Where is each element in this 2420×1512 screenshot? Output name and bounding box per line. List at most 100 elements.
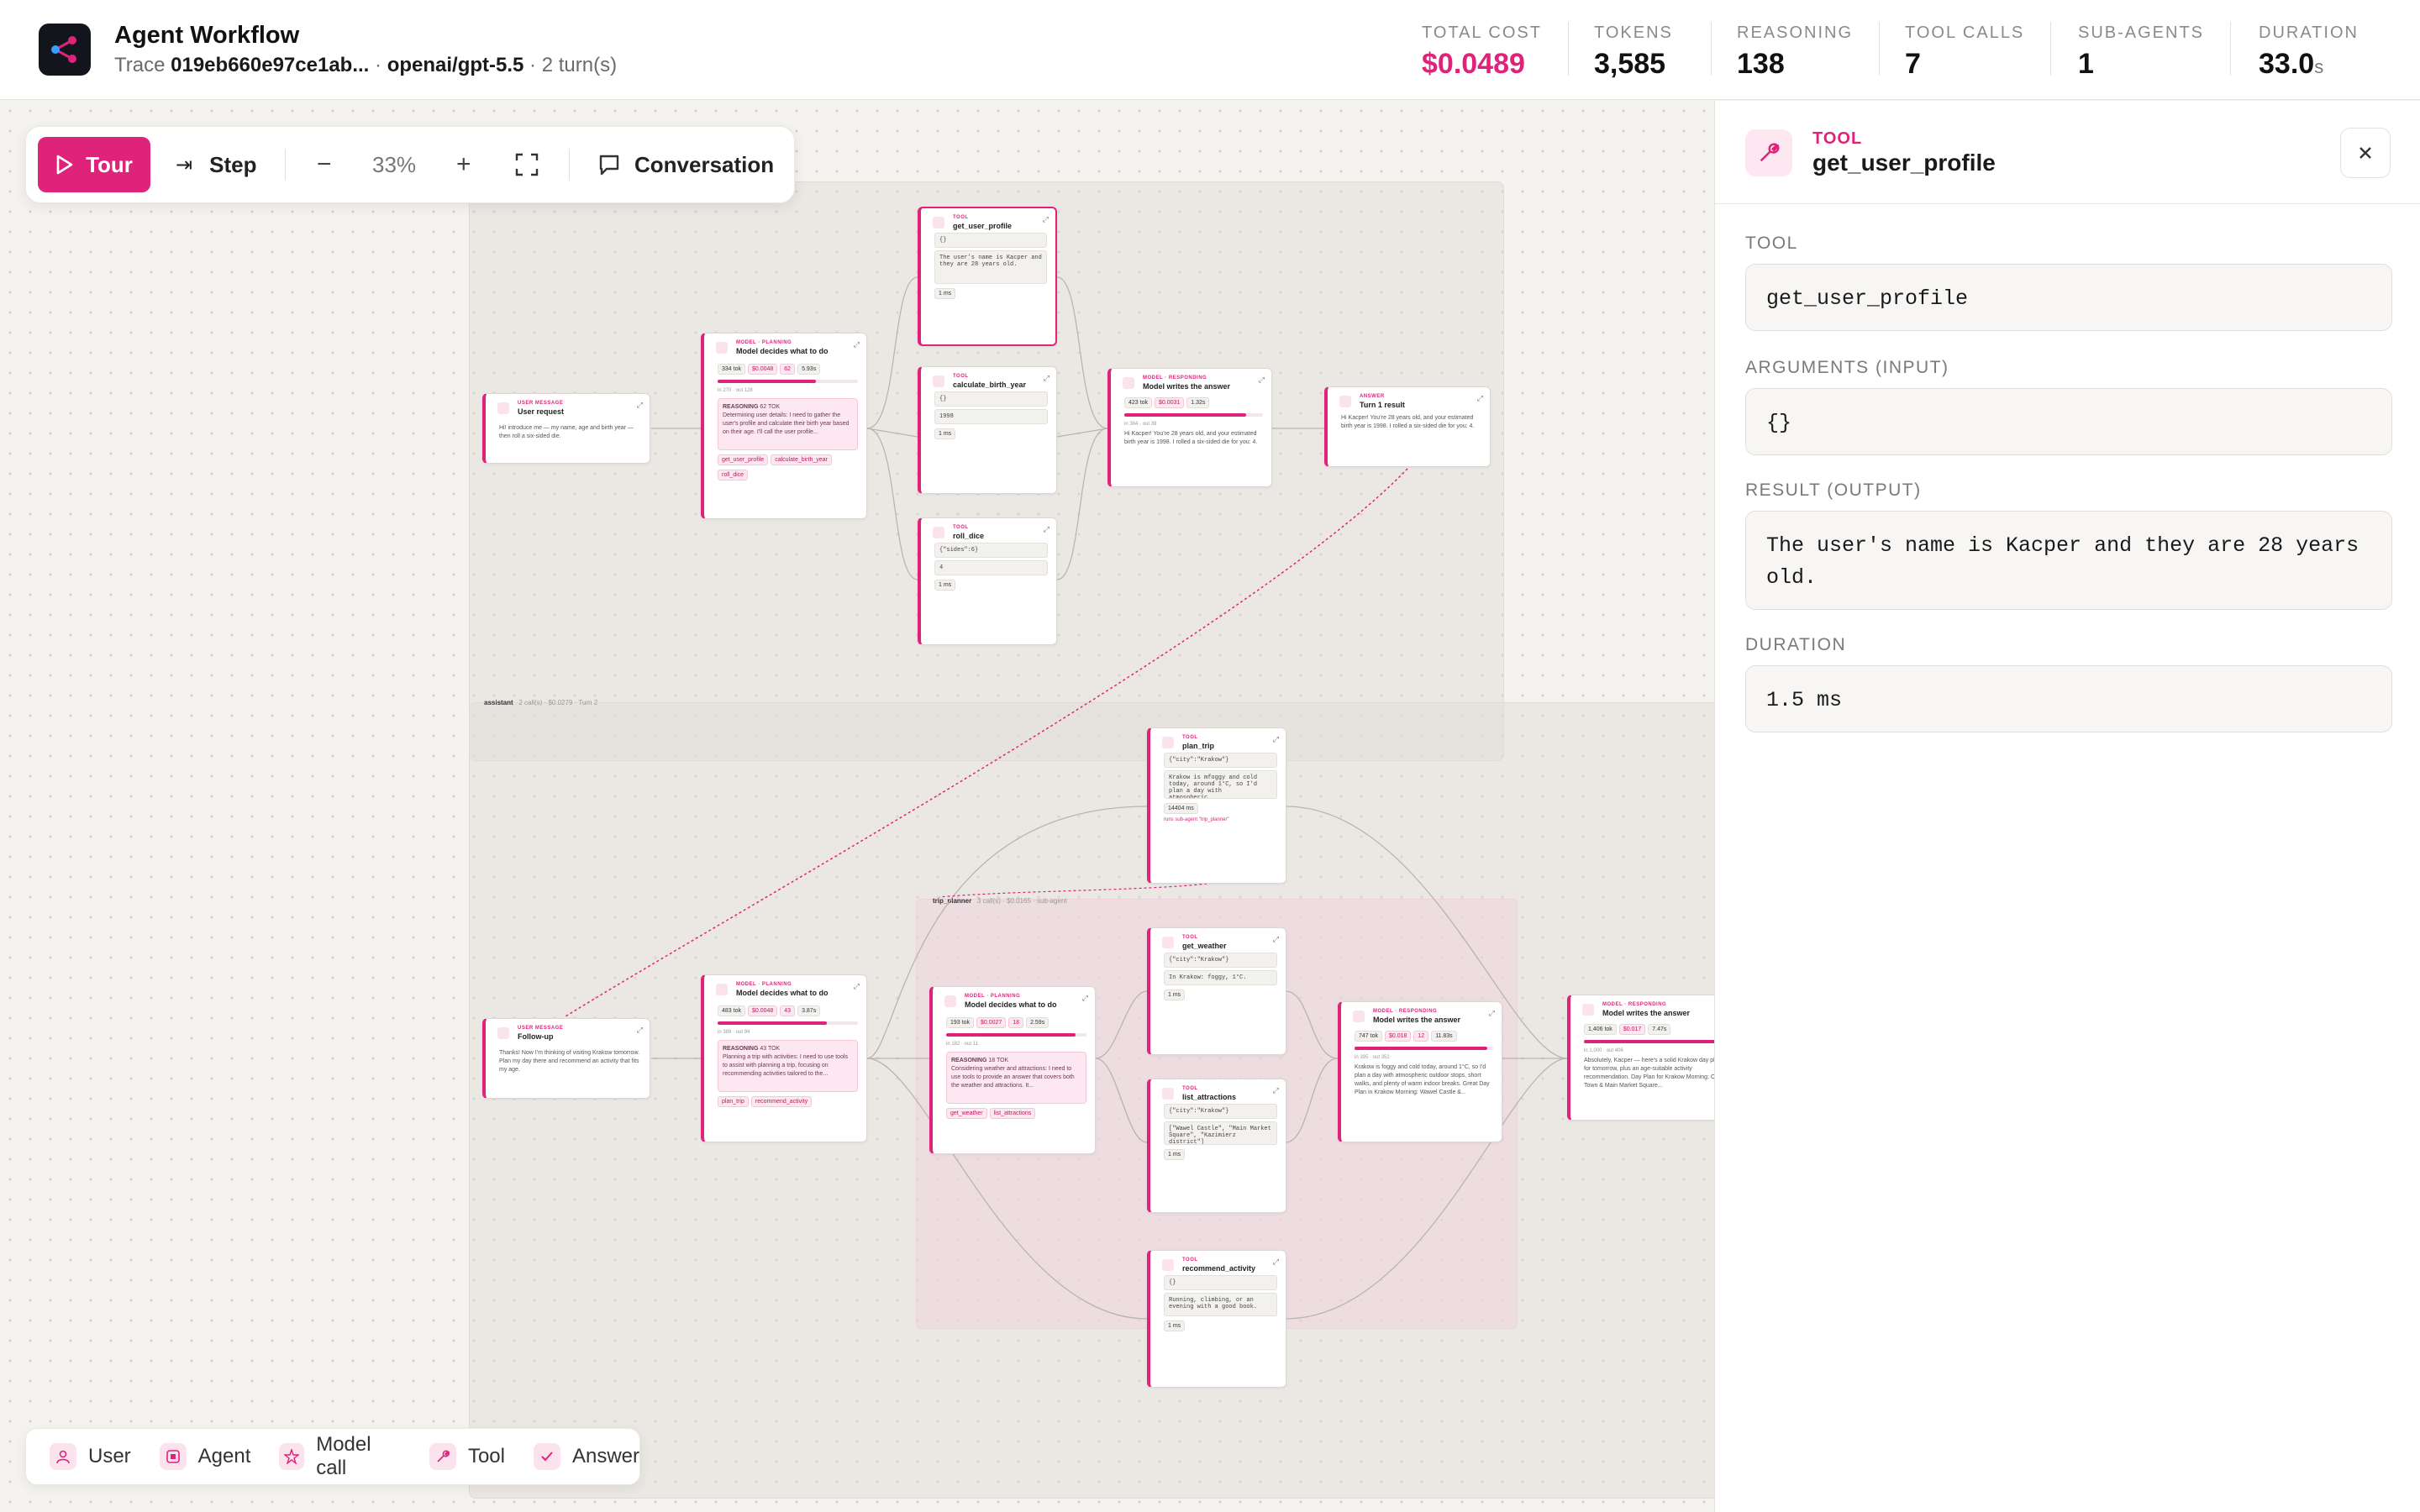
node-subagent-planning[interactable]: MODEL · PLANNING Model decides what to do… bbox=[929, 986, 1096, 1154]
conversation-button[interactable]: Conversation bbox=[597, 137, 774, 192]
model-name: openai/gpt-5.5 bbox=[387, 54, 524, 76]
node-model-planning[interactable]: MODEL · PLANNING Model decides what to do… bbox=[701, 974, 867, 1142]
legend-agent: Agent bbox=[159, 1443, 250, 1470]
node-kind: TOOL bbox=[953, 525, 969, 530]
node-kind: MODEL · PLANNING bbox=[736, 982, 792, 987]
reasoning-chip: 12 bbox=[1413, 1031, 1429, 1042]
node-user-request[interactable]: USER MESSAGE User request ⤢ Hi! introduce… bbox=[482, 393, 650, 464]
wrench-icon bbox=[933, 375, 944, 387]
node-kind: TOOL bbox=[1182, 935, 1198, 940]
expand-icon[interactable]: ⤢ bbox=[1044, 374, 1050, 383]
cost-chip: $0.018 bbox=[1384, 1031, 1412, 1042]
node-tool-plan-trip[interactable]: TOOL plan_trip ⤢ {"city":"Krakow"} Krakow… bbox=[1147, 727, 1286, 884]
arguments-field[interactable]: {} bbox=[1745, 388, 2392, 455]
stat-tokens: TOKENS 3,585 bbox=[1594, 24, 1673, 81]
node-tool-get-weather[interactable]: TOOL get_weather ⤢ {"city":"Krakow"} In K… bbox=[1147, 927, 1286, 1055]
stat-total-cost: TOTAL COST $0.0489 bbox=[1422, 24, 1542, 81]
tokens-in: in 395 bbox=[1355, 1055, 1369, 1060]
expand-icon[interactable]: ⤢ bbox=[1273, 735, 1279, 744]
reasoning-box: REASONING 62 TOK Determining user details… bbox=[718, 398, 858, 450]
expand-icon[interactable]: ⤢ bbox=[854, 340, 860, 349]
node-tool-list-attractions[interactable]: TOOL list_attractions ⤢ {"city":"Krakow"}… bbox=[1147, 1079, 1286, 1213]
token-split: in 182 · out 11 bbox=[946, 1042, 978, 1047]
reasoning-label: REASONING bbox=[723, 1046, 759, 1052]
node-user-followup[interactable]: USER MESSAGE Follow-up ⤢ Thanks! Now I'm … bbox=[482, 1018, 650, 1099]
fit-view-button[interactable] bbox=[515, 137, 539, 192]
tool-input: {} bbox=[934, 233, 1047, 248]
node-subagent-responding[interactable]: MODEL · RESPONDING Model writes the answe… bbox=[1338, 1001, 1502, 1142]
expand-icon[interactable]: ⤢ bbox=[1043, 215, 1049, 224]
tokens-in: in 384 bbox=[1124, 422, 1139, 427]
expand-icon[interactable]: ⤢ bbox=[1259, 375, 1265, 385]
edge bbox=[1056, 428, 1108, 580]
node-tool-get-user-profile[interactable]: TOOL get_user_profile ⤢ {} The user's nam… bbox=[918, 207, 1057, 346]
expand-icon[interactable]: ⤢ bbox=[1477, 394, 1483, 403]
node-kind: ANSWER bbox=[1360, 394, 1385, 399]
expand-icon[interactable]: ⤢ bbox=[1273, 1086, 1279, 1095]
tool-duration: 1 ms bbox=[934, 428, 956, 439]
agent-icon bbox=[716, 342, 728, 354]
legend-answer: Answer bbox=[533, 1443, 639, 1470]
expand-icon[interactable]: ⤢ bbox=[1273, 935, 1279, 944]
edge bbox=[1095, 990, 1148, 1059]
graph-canvas[interactable]: assistant 2 call(s) · $0.0279 · Turn 2 t… bbox=[0, 101, 1714, 1512]
expand-icon[interactable]: ⤢ bbox=[637, 1026, 643, 1035]
expand-icon[interactable]: ⤢ bbox=[1044, 525, 1050, 534]
cost-chip: $0.017 bbox=[1618, 1024, 1646, 1035]
node-title: recommend_activity bbox=[1182, 1264, 1256, 1273]
field-label: RESULT (OUTPUT) bbox=[1745, 480, 1922, 500]
reasoning-chip: 43 bbox=[780, 1005, 796, 1016]
node-model-responding[interactable]: MODEL · RESPONDING Model writes the answe… bbox=[1107, 368, 1272, 487]
stat-label: DURATION bbox=[2259, 24, 2359, 42]
node-model-responding[interactable]: MODEL · RESPONDING Model writes the answe… bbox=[1567, 995, 1714, 1121]
tokens-out: out 11 bbox=[964, 1042, 978, 1047]
tool-input: {"city":"Krakow"} bbox=[1164, 953, 1277, 968]
token-chip: 423 tok bbox=[1124, 397, 1152, 408]
tool-name-field[interactable]: get_user_profile bbox=[1745, 264, 2392, 331]
stat-divider bbox=[1879, 22, 1880, 76]
expand-icon[interactable]: ⤢ bbox=[1273, 1257, 1279, 1267]
wrench-icon bbox=[1162, 1259, 1174, 1271]
expand-icon[interactable]: ⤢ bbox=[637, 401, 643, 410]
tokens-in: in 270 bbox=[718, 388, 732, 393]
close-panel-button[interactable] bbox=[2340, 128, 2391, 178]
edge bbox=[866, 428, 918, 438]
tour-button[interactable]: Tour bbox=[38, 137, 150, 192]
node-kind: MODEL · RESPONDING bbox=[1373, 1009, 1438, 1014]
wrench-icon bbox=[429, 1443, 456, 1470]
node-title: Model decides what to do bbox=[736, 347, 829, 355]
node-title: roll_dice bbox=[953, 532, 985, 540]
reasoning-box: REASONING 18 TOK Considering weather and … bbox=[946, 1052, 1086, 1104]
step-button[interactable]: ⇥ Step bbox=[176, 137, 256, 192]
node-tool-recommend-activity[interactable]: TOOL recommend_activity ⤢ {} Running, cli… bbox=[1147, 1250, 1286, 1388]
tool-duration: 1 ms bbox=[934, 288, 956, 299]
token-split: in 270 · out 128 bbox=[718, 388, 753, 393]
agent-icon bbox=[944, 995, 956, 1007]
expand-icon[interactable]: ⤢ bbox=[1082, 994, 1088, 1003]
node-kind: MODEL · RESPONDING bbox=[1602, 1002, 1667, 1007]
node-model-planning[interactable]: MODEL · PLANNING Model decides what to do… bbox=[701, 333, 867, 519]
node-kind: MODEL · PLANNING bbox=[965, 994, 1021, 999]
node-tool-calculate-birth-year[interactable]: TOOL calculate_birth_year ⤢ {} 1998 1 ms bbox=[918, 366, 1057, 494]
token-split: in 384 · out 39 bbox=[1124, 422, 1157, 427]
stat-divider bbox=[2230, 22, 2231, 76]
expand-icon[interactable]: ⤢ bbox=[1489, 1009, 1495, 1018]
field-label: DURATION bbox=[1745, 635, 1847, 654]
tokens-in: in 1,000 bbox=[1584, 1048, 1602, 1053]
tokens-in: in 389 bbox=[718, 1030, 732, 1035]
result-field[interactable]: The user's name is Kacper and they are 2… bbox=[1745, 511, 2392, 610]
duration-field[interactable]: 1.5 ms bbox=[1745, 665, 2392, 732]
tour-label: Tour bbox=[86, 151, 133, 177]
node-legend: User Agent Model call Tool Answer bbox=[25, 1428, 640, 1485]
zoom-in-button[interactable]: + bbox=[456, 137, 471, 192]
token-chip: 483 tok bbox=[718, 1005, 745, 1016]
time-chip: 11.83s bbox=[1431, 1031, 1457, 1042]
panel-divider bbox=[1715, 203, 2420, 204]
node-tool-roll-dice[interactable]: TOOL roll_dice ⤢ {"sides":6} 4 1 ms bbox=[918, 517, 1057, 645]
tool-duration: 1 ms bbox=[1164, 1320, 1186, 1331]
expand-icon[interactable]: ⤢ bbox=[854, 982, 860, 991]
zoom-out-button[interactable]: − bbox=[317, 137, 332, 192]
node-answer[interactable]: ANSWER Turn 1 result ⤢ Hi Kacper! You're … bbox=[1324, 386, 1491, 467]
close-icon bbox=[2360, 147, 2371, 159]
node-text: Hi! introduce me — my name, age and birt… bbox=[499, 425, 634, 439]
